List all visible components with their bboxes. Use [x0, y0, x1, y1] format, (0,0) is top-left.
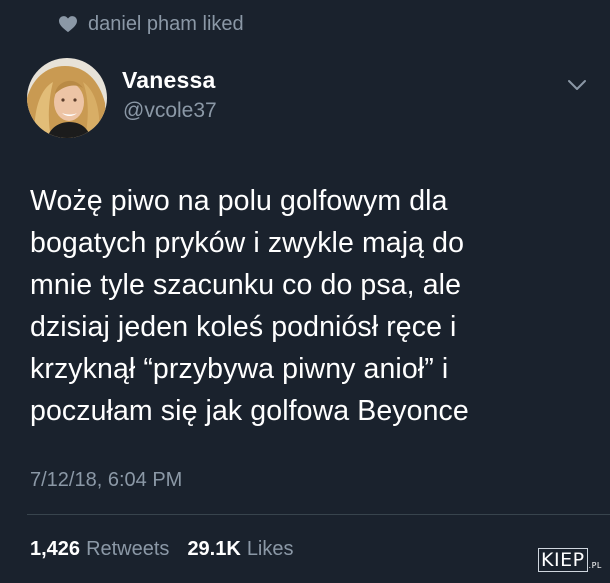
tweet-timestamp[interactable]: 7/12/18, 6:04 PM: [30, 469, 182, 492]
author-handle[interactable]: @vcole37: [123, 99, 217, 123]
divider: [27, 514, 610, 515]
tweet-card: daniel pham liked Vanessa @vcole37 Wożę …: [0, 0, 610, 583]
likes-count[interactable]: 29.1K: [187, 538, 240, 561]
author-name[interactable]: Vanessa: [122, 67, 215, 94]
heart-icon: [59, 16, 77, 33]
watermark-logo: KIEP .PL: [538, 546, 602, 574]
avatar[interactable]: [27, 58, 107, 138]
retweets-count[interactable]: 1,426: [30, 538, 80, 561]
social-context[interactable]: daniel pham liked: [59, 10, 244, 38]
watermark-text: KIEP: [538, 548, 588, 572]
likes-label[interactable]: Likes: [247, 538, 294, 561]
chevron-down-icon[interactable]: [567, 78, 587, 92]
watermark-suffix: .PL: [588, 561, 602, 570]
tweet-text: Wożę piwo na polu golfowym dla bogatych …: [30, 185, 469, 427]
tweet-stats: 1,426 Retweets 29.1K Likes: [30, 538, 306, 561]
avatar-image: [27, 58, 107, 138]
social-context-text: daniel pham liked: [88, 12, 244, 35]
retweets-label[interactable]: Retweets: [86, 538, 169, 561]
